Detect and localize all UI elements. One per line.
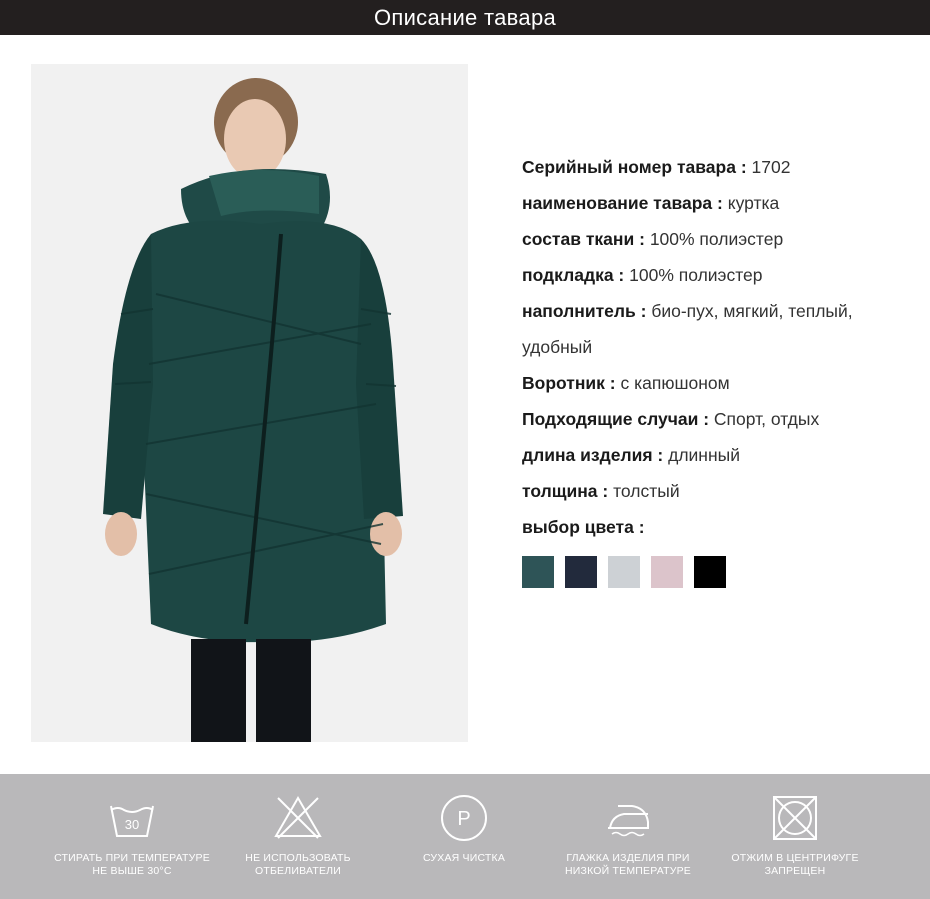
svg-text:30: 30	[125, 817, 139, 832]
spec-row-length: длина изделия : длинный	[522, 445, 740, 465]
color-swatch-black[interactable]	[694, 556, 726, 588]
care-item-iron: ГЛАЖКА ИЗДЕЛИЯ ПРИ НИЗКОЙ ТЕМПЕРАТУРЕ	[533, 774, 723, 899]
spec-row-serial: Серийный номер тавара : 1702	[522, 157, 791, 177]
svg-text:P: P	[457, 808, 470, 830]
care-label: СТИРАТЬ ПРИ ТЕМПЕРАТУРЕ НЕ ВЫШЕ 30°С	[54, 852, 210, 877]
color-swatches	[522, 556, 737, 588]
spec-value: с капюшоном	[620, 373, 730, 393]
care-item-dry-clean: P СУХАЯ ЧИСТКА	[369, 774, 559, 899]
no-tumble-dry-icon	[773, 796, 817, 840]
spec-value: длинный	[668, 445, 740, 465]
spec-value: 100% полиэстер	[629, 265, 763, 285]
care-item-wash: 30 СТИРАТЬ ПРИ ТЕМПЕРАТУРЕ НЕ ВЫШЕ 30°С	[37, 774, 227, 899]
care-item-bleach: НЕ ИСПОЛЬЗОВАТЬ ОТБЕЛИВАТЕЛИ	[203, 774, 393, 899]
product-photo	[31, 64, 468, 742]
spec-row-collar: Воротник : с капюшоном	[522, 373, 730, 393]
product-specs: Серийный номер тавара : 1702 наименовани…	[522, 149, 902, 545]
spec-row-color-choice: выбор цвета :	[522, 517, 645, 537]
model-in-coat-image	[31, 64, 468, 742]
spec-value: куртка	[727, 193, 780, 213]
color-swatch-pink[interactable]	[651, 556, 683, 588]
spec-row-thickness: толщина : толстый	[522, 481, 680, 501]
care-item-tumble: ОТЖИМ В ЦЕНТРИФУГЕ ЗАПРЕЩЕН	[700, 774, 890, 899]
spec-value: Спорт, отдых	[713, 409, 820, 429]
care-label: ОТЖИМ В ЦЕНТРИФУГЕ ЗАПРЕЩЕН	[731, 852, 859, 877]
spec-value: 100% полиэстер	[649, 229, 784, 249]
spec-row-fabric: состав ткани : 100% полиэстер	[522, 229, 784, 249]
spec-row-occasion: Подходящие случаи : Спорт, отдых	[522, 409, 820, 429]
iron-low-icon	[608, 805, 649, 837]
no-bleach-icon	[274, 796, 322, 839]
dry-clean-p-icon: P	[441, 795, 487, 841]
color-swatch-navy[interactable]	[565, 556, 597, 588]
page-title: Описание тавара	[373, 4, 557, 30]
care-instructions-panel: 30 СТИРАТЬ ПРИ ТЕМПЕРАТУРЕ НЕ ВЫШЕ 30°С …	[0, 774, 930, 899]
care-label: ГЛАЖКА ИЗДЕЛИЯ ПРИ НИЗКОЙ ТЕМПЕРАТУРЕ	[565, 852, 691, 877]
care-label: НЕ ИСПОЛЬЗОВАТЬ ОТБЕЛИВАТЕЛИ	[245, 852, 351, 877]
spec-row-filling: наполнитель : био-пух, мягкий, теплый, у…	[522, 301, 853, 357]
color-swatch-dark-green[interactable]	[522, 556, 554, 588]
spec-row-name: наименование тавара : куртка	[522, 193, 780, 213]
spec-value: 1702	[751, 157, 791, 177]
spec-row-lining: подкладка : 100% полиэстер	[522, 265, 763, 285]
color-swatch-light-gray[interactable]	[608, 556, 640, 588]
page-header: Описание тавара	[0, 0, 930, 35]
spec-value: толстый	[613, 481, 680, 501]
care-label: СУХАЯ ЧИСТКА	[422, 852, 506, 864]
wash-30-icon: 30	[110, 805, 154, 837]
